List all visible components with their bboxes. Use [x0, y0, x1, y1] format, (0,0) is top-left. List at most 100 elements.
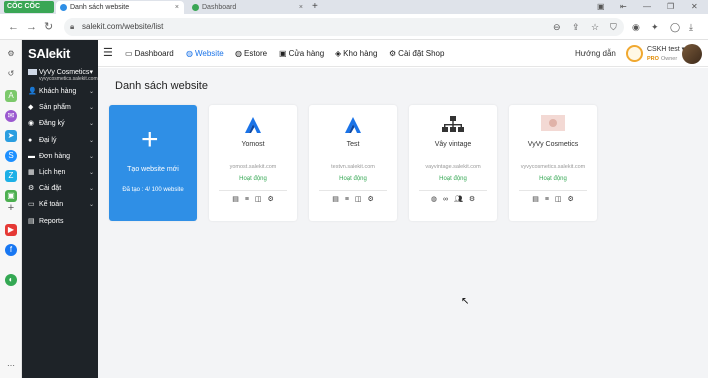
sidebar-item-agents[interactable]: ● Đại lý ⌄ — [28, 135, 96, 147]
nav-estore[interactable]: ◍ Estore — [235, 49, 267, 59]
website-card[interactable]: Yomost yomost.salekit.com Hoạt động ▤ ≡ ◫ ⚙ — [209, 105, 297, 221]
minimize-icon[interactable]: — — [643, 1, 651, 13]
url-text: salekit.com/website/list — [82, 22, 164, 31]
close-window-icon[interactable]: ✕ — [691, 1, 698, 13]
store-selector[interactable]: VyVy Cosmetics▾ vyvycosmetics.salekit.co… — [28, 67, 98, 82]
skype-icon[interactable]: S — [5, 150, 17, 162]
website-card[interactable]: VyVy Cosmetics vyvycosmetics.salekit.com… — [509, 105, 597, 221]
tab-dashboard[interactable]: Dashboard × — [188, 1, 308, 14]
layout-icon[interactable]: ▤ — [532, 195, 539, 203]
vpn-icon[interactable]: ◉ — [632, 22, 640, 32]
columns-icon[interactable]: ◫ — [255, 195, 262, 203]
sitemap-icon — [442, 116, 464, 132]
url-field[interactable]: 🔒︎ salekit.com/website/list — [64, 18, 624, 36]
game-icon[interactable]: ▣ — [5, 190, 17, 202]
shield-icon[interactable]: ⛉ — [610, 22, 617, 32]
layout-icon[interactable]: ▤ — [232, 195, 239, 203]
link-icon[interactable]: ∞ — [443, 196, 448, 203]
nav-website[interactable]: ◍ Website — [186, 49, 224, 59]
website-card[interactable]: Test testvn.salekit.com Hoạt động ▤ ≡ ◫ ⚙ — [309, 105, 397, 221]
salekit-logo[interactable]: SAlekit — [28, 46, 70, 61]
divider — [419, 190, 487, 191]
website-card[interactable]: Vây vintage vayvintage.salekit.com Hoạt … — [409, 105, 497, 221]
zoom-icon[interactable]: ⊖ — [553, 22, 561, 32]
tab-website-list[interactable]: Danh sách website × — [56, 1, 184, 14]
site-domain[interactable]: vyvycosmetics.salekit.com — [509, 164, 597, 170]
back-icon[interactable]: ← — [8, 20, 19, 34]
ai-icon[interactable]: A — [5, 90, 17, 102]
chat-icon[interactable]: ◐ — [5, 274, 17, 286]
sidebar-item-settings[interactable]: ⚙ Cài đặt ⌄ — [28, 183, 96, 195]
site-domain[interactable]: yomost.salekit.com — [209, 164, 297, 170]
layout-icon[interactable]: ▤ — [332, 195, 339, 203]
columns-icon[interactable]: ◫ — [355, 195, 362, 203]
sidebar-item-products[interactable]: ◆ Sản phẩm ⌄ — [28, 102, 96, 114]
bookmark-star-icon[interactable]: ☆ — [591, 22, 599, 32]
user-name: CSKH test ▾ — [647, 46, 685, 53]
sidebar-item-label: Kế toán — [38, 201, 64, 208]
gear-icon[interactable]: ⚙ — [368, 195, 374, 203]
gear-icon[interactable]: ⚙ — [568, 195, 574, 203]
sidebar-item-orders[interactable]: ▬ Đơn hàng ⌄ — [28, 151, 96, 163]
settings-gear-icon[interactable]: ⚙ — [5, 48, 17, 60]
columns-icon[interactable]: ◫ — [555, 195, 562, 203]
sidebar-item-reports[interactable]: ▤ Reports — [28, 216, 96, 228]
back-arrow-icon[interactable]: ⇤ — [620, 1, 627, 13]
new-tab-button[interactable]: + — [312, 0, 318, 13]
create-website-card[interactable]: + Tạo website mới Đã tạo : 4/ 100 websit… — [109, 105, 197, 221]
forward-icon[interactable]: → — [26, 20, 37, 34]
history-icon[interactable]: ↺ — [5, 68, 17, 80]
hamburger-menu-icon[interactable]: ☰ — [103, 47, 113, 59]
help-link[interactable]: Hướng dẫn — [575, 49, 616, 58]
nav-warehouse[interactable]: ◈ Kho hàng — [335, 49, 377, 59]
list-icon[interactable]: ≡ — [345, 196, 349, 203]
gear-icon[interactable]: ⚙ — [469, 195, 475, 203]
user-menu[interactable]: CSKH test ▾ PRO Owner — [626, 43, 706, 65]
nav-shop-settings[interactable]: ⚙ Cài đặt Shop — [389, 49, 444, 59]
list-icon[interactable]: ≡ — [245, 196, 249, 203]
browser-brand-logo[interactable]: CỐC CỐC — [4, 1, 54, 13]
top-nav: ☰ ▭ Dashboard ◍ Website ◍ Estore ▣ Cửa hàng … — [98, 40, 708, 67]
site-status: Hoạt động — [239, 176, 267, 182]
sidebar-item-registration[interactable]: ◉ Đăng ký ⌄ — [28, 118, 96, 130]
zalo-icon[interactable]: Z — [5, 170, 17, 182]
tab-close-icon[interactable]: × — [175, 1, 179, 14]
telegram-icon[interactable]: ➤ — [5, 130, 17, 142]
site-domain[interactable]: vayvintage.salekit.com — [409, 164, 497, 170]
order-icon: ▬ — [28, 153, 35, 160]
download-icon[interactable]: ⤓ — [689, 22, 693, 32]
sidebar-item-customers[interactable]: 👤 Khách hàng ⌄ — [28, 86, 96, 98]
gear-icon[interactable]: ⚙ — [268, 195, 274, 203]
tab-close-icon[interactable]: × — [299, 1, 303, 14]
sidebar-item-label: Đại lý — [38, 137, 57, 144]
site-actions: ▤ ≡ ◫ ⚙ — [309, 195, 397, 205]
globe-icon[interactable]: ◍ — [431, 195, 437, 203]
users-icon[interactable]: 👥︎ — [454, 195, 463, 203]
calendar-icon: ▦ — [28, 169, 35, 176]
profile-icon[interactable]: ◯ — [670, 22, 680, 32]
eye-icon: ◉ — [28, 120, 35, 127]
main-content: Danh sách website + Tạo website mới Đã t… — [98, 68, 708, 378]
nav-stores[interactable]: ▣ Cửa hàng — [279, 49, 324, 59]
facebook-icon[interactable]: f — [5, 244, 17, 256]
youtube-icon[interactable]: ▶ — [5, 224, 17, 236]
globe-icon: ◍ — [186, 49, 193, 58]
more-icon[interactable]: ⋯ — [5, 360, 17, 372]
nav-dashboard[interactable]: ▭ Dashboard — [125, 49, 174, 59]
reload-icon[interactable]: ↻ — [44, 20, 53, 34]
chevron-down-icon: ▾ — [89, 69, 93, 76]
sidebar-item-accounting[interactable]: ▭ Kế toán ⌄ — [28, 199, 96, 211]
browser-tabbar: CỐC CỐC Danh sách website × Dashboard × … — [0, 0, 708, 14]
extensions-icon[interactable]: ✦ — [651, 22, 659, 32]
add-panel-icon[interactable]: + — [5, 202, 17, 214]
share-icon[interactable]: ⇪ — [572, 22, 580, 32]
messenger-icon[interactable]: ✉ — [5, 110, 17, 122]
reader-mode-icon[interactable]: ▣ — [597, 1, 605, 13]
maximize-icon[interactable]: ❐ — [667, 1, 674, 13]
avatar[interactable] — [682, 44, 702, 64]
divider — [519, 190, 587, 191]
list-icon[interactable]: ≡ — [545, 196, 549, 203]
site-domain[interactable]: testvn.salekit.com — [309, 164, 397, 170]
site-logo — [409, 115, 497, 135]
sidebar-item-appointments[interactable]: ▦ Lịch hẹn ⌄ — [28, 167, 96, 179]
